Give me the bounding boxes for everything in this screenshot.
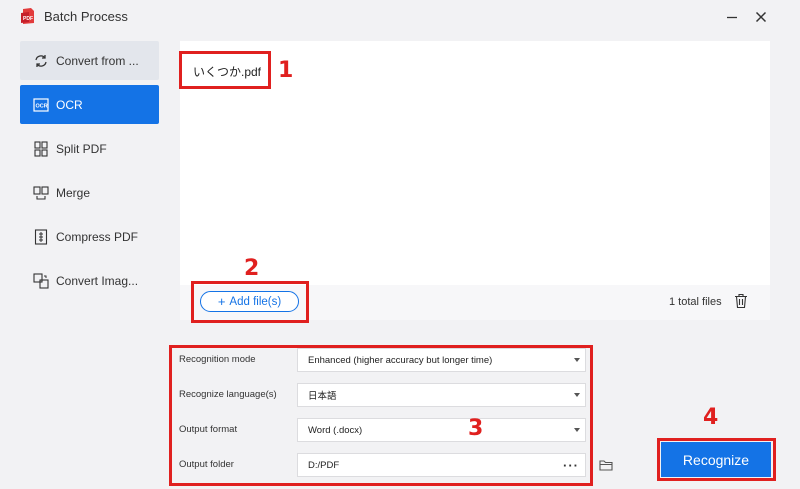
title-bar: PDF Batch Process	[0, 0, 800, 34]
output-format-row: Output format Word (.docx)	[170, 416, 590, 446]
minimize-button[interactable]	[721, 6, 743, 28]
split-icon	[32, 140, 50, 158]
language-label: Recognize language(s)	[179, 389, 277, 400]
sidebar-item-compress-pdf[interactable]: Compress PDF	[20, 217, 159, 256]
chevron-down-icon	[574, 428, 580, 432]
minimize-icon	[727, 16, 737, 19]
chevron-down-icon	[574, 358, 580, 362]
window-title: Batch Process	[44, 9, 128, 24]
recognition-mode-select[interactable]: Enhanced (higher accuracy but longer tim…	[297, 348, 586, 372]
annotation-number: 3	[468, 416, 484, 441]
recognition-mode-label: Recognition mode	[179, 354, 256, 365]
file-list-panel: いくつか.pdf + Add file(s) 1 total files	[180, 41, 770, 320]
svg-text:PDF: PDF	[23, 16, 33, 22]
folder-icon[interactable]	[599, 459, 613, 471]
sidebar-item-label: Convert Imag...	[56, 273, 139, 288]
file-item[interactable]: いくつか.pdf	[193, 63, 261, 80]
sidebar-item-label: Compress PDF	[56, 229, 139, 244]
sidebar-item-label: Merge	[56, 185, 91, 200]
convert-icon	[32, 52, 50, 70]
trash-icon[interactable]	[734, 293, 748, 309]
output-folder-label: Output folder	[179, 459, 234, 470]
chevron-down-icon	[574, 393, 580, 397]
file-list-footer: + Add file(s) 1 total files	[180, 285, 770, 320]
convert-image-icon	[32, 272, 50, 290]
annotation-number: 4	[703, 405, 719, 430]
sidebar-item-label: OCR	[56, 97, 83, 112]
sidebar-item-label: Convert from ...	[56, 53, 139, 68]
compress-icon	[32, 228, 50, 246]
close-icon	[755, 11, 767, 23]
merge-icon	[32, 184, 50, 202]
recognition-mode-row: Recognition mode Enhanced (higher accura…	[170, 346, 590, 376]
plus-icon: +	[217, 294, 226, 309]
total-files-count: 1 total files	[669, 296, 722, 308]
output-format-label: Output format	[179, 424, 238, 435]
svg-text:OCR: OCR	[36, 103, 48, 109]
sidebar-item-split-pdf[interactable]: Split PDF	[20, 129, 159, 168]
language-row: Recognize language(s) 日本語	[170, 381, 590, 411]
recognition-mode-value: Enhanced (higher accuracy but longer tim…	[308, 354, 493, 366]
sidebar-item-merge[interactable]: Merge	[20, 173, 159, 212]
close-button[interactable]	[750, 6, 772, 28]
recognize-button[interactable]: Recognize	[661, 442, 771, 477]
output-folder-field[interactable]: D:/PDF ···	[297, 453, 586, 477]
sidebar-item-convert-from[interactable]: Convert from ...	[20, 41, 159, 80]
output-folder-row: Output folder D:/PDF ···	[170, 451, 590, 481]
annotation-number: 1	[278, 58, 294, 83]
language-value: 日本語	[308, 391, 337, 402]
sidebar: Convert from ... OCR OCR Split PDF Merge…	[20, 41, 159, 305]
sidebar-item-label: Split PDF	[56, 141, 107, 156]
browse-dots-button[interactable]: ···	[563, 458, 579, 473]
output-folder-value: D:/PDF	[308, 459, 340, 471]
ocr-icon: OCR	[32, 96, 50, 114]
language-select[interactable]: 日本語	[297, 383, 586, 407]
output-format-select[interactable]: Word (.docx)	[297, 418, 586, 442]
annotation-number: 2	[244, 256, 260, 281]
add-files-button[interactable]: + Add file(s)	[200, 291, 299, 312]
sidebar-item-ocr[interactable]: OCR OCR	[20, 85, 159, 124]
output-format-value: Word (.docx)	[308, 424, 363, 436]
add-files-label: Add file(s)	[229, 295, 282, 308]
app-logo-icon: PDF	[21, 8, 34, 24]
sidebar-item-convert-image[interactable]: Convert Imag...	[20, 261, 159, 300]
